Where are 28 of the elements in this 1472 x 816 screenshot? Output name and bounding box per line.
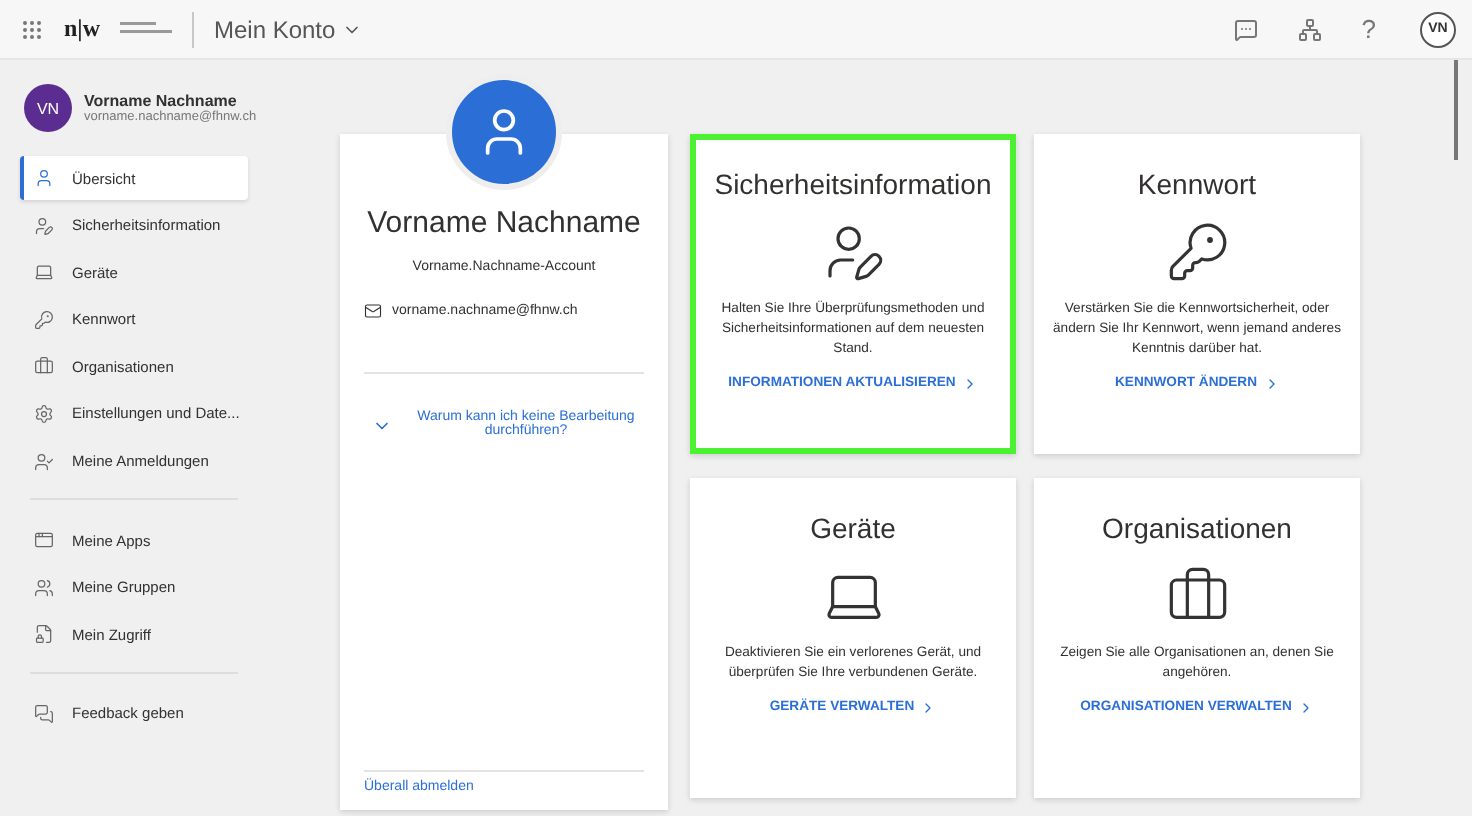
tile-title: Sicherheitsinformation bbox=[714, 168, 992, 200]
app-window-icon bbox=[34, 530, 54, 551]
briefcase-icon bbox=[34, 356, 54, 377]
logo-subtitle-drawing bbox=[119, 22, 172, 36]
feedback-icon[interactable] bbox=[1233, 17, 1258, 41]
person-pen-icon bbox=[34, 215, 54, 236]
app-title-menu[interactable]: Mein Konto bbox=[213, 15, 362, 43]
laptop-icon bbox=[34, 262, 54, 283]
key-icon bbox=[34, 309, 54, 330]
settings-icon bbox=[34, 403, 54, 424]
tile-title: Kennwort bbox=[1137, 168, 1257, 200]
tile-title: Organisationen bbox=[1102, 512, 1292, 544]
tile-title: Geräte bbox=[810, 512, 896, 544]
key-icon bbox=[1165, 220, 1229, 284]
mail-icon bbox=[364, 302, 382, 320]
logo: n|w bbox=[64, 14, 100, 44]
profile-name: Vorname Nachname bbox=[367, 206, 641, 240]
chat-icon bbox=[34, 703, 54, 724]
file-lock-icon bbox=[34, 624, 54, 645]
people-icon bbox=[34, 577, 54, 598]
network-icon[interactable] bbox=[1297, 17, 1322, 41]
person-icon bbox=[34, 168, 54, 188]
user-name: Vorname Nachname bbox=[84, 92, 239, 110]
user-avatar: VN bbox=[24, 84, 72, 132]
person-check-icon bbox=[34, 451, 54, 472]
help-button[interactable]: ? bbox=[1361, 14, 1376, 44]
scrollbar[interactable] bbox=[1454, 60, 1458, 160]
app-launcher-icon[interactable] bbox=[20, 17, 44, 41]
